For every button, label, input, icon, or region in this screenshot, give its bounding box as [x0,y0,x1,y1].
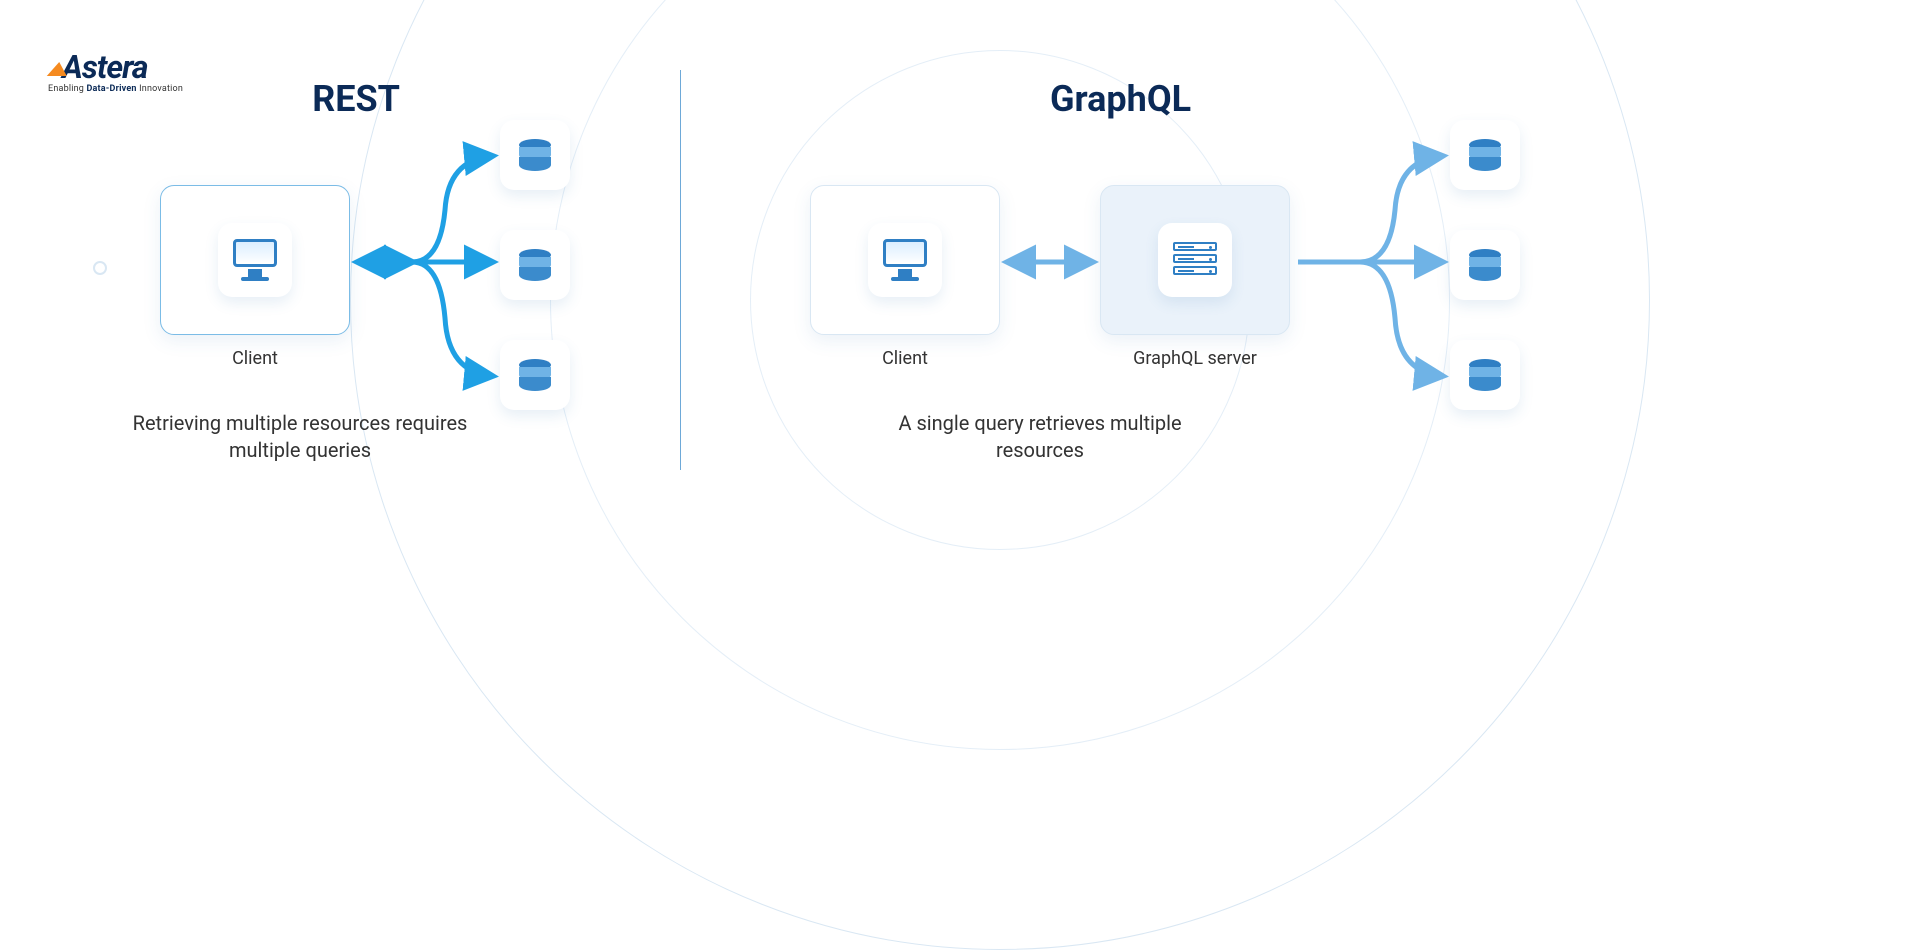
rest-client-label: Client [160,348,350,369]
monitor-icon [233,239,277,281]
database-icon [1469,139,1501,171]
server-icon [1173,242,1217,278]
rest-client-box [160,185,350,335]
monitor-icon [883,239,927,281]
graphql-client-box [810,185,1000,335]
rest-db-1 [500,120,570,190]
client-card [218,223,292,297]
graphql-caption: A single query retrieves multiple resour… [860,410,1220,464]
graphql-db-3 [1450,340,1520,410]
rest-db-2 [500,230,570,300]
database-icon [519,139,551,171]
rest-db-3 [500,340,570,410]
database-icon [1469,249,1501,281]
graphql-server-box [1100,185,1290,335]
graphql-client-label: Client [810,348,1000,369]
graphql-panel: GraphQL Client GraphQL server A single q… [680,0,1920,600]
rest-caption: Retrieving multiple resources requires m… [120,410,480,464]
rest-panel: REST Client Retrieving multiple resource… [0,0,680,600]
rest-title: REST [312,78,400,120]
database-icon [519,359,551,391]
graphql-title: GraphQL [1050,78,1191,120]
database-icon [519,249,551,281]
client-card [868,223,942,297]
graphql-server-label: GraphQL server [1100,348,1290,369]
graphql-db-2 [1450,230,1520,300]
database-icon [1469,359,1501,391]
graphql-db-1 [1450,120,1520,190]
server-card [1158,223,1232,297]
